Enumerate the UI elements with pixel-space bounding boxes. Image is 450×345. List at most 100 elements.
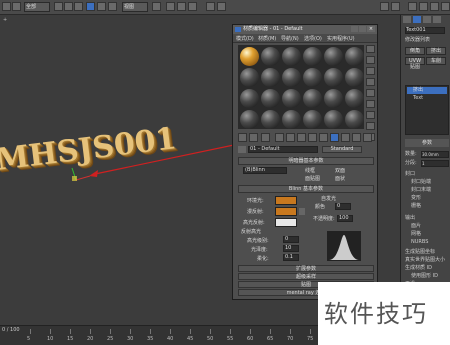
material-slot[interactable] (345, 110, 364, 129)
mesh-radio[interactable]: 网格 (411, 231, 421, 238)
patch-radio[interactable]: 面片 (411, 223, 421, 230)
shader-type-dropdown[interactable]: (B)Blinn (243, 167, 287, 174)
select-by-material-icon[interactable] (366, 122, 375, 130)
material-slot[interactable] (324, 89, 343, 108)
amount-value[interactable]: 30.0mm (421, 151, 449, 158)
gen-material-ids-checkbox[interactable]: 生成材质 ID (405, 265, 432, 272)
stack-item-extrude[interactable]: 挤出 (407, 87, 447, 94)
go-forward-sibling-icon[interactable] (363, 133, 372, 142)
cap-end-checkbox[interactable]: 封口末端 (411, 187, 431, 194)
bevel-button[interactable]: 倒角 (405, 47, 425, 55)
material-type-button[interactable]: Standard (322, 146, 362, 153)
material-slot[interactable] (282, 89, 301, 108)
menu-options[interactable]: 选项(O) (304, 35, 322, 42)
menu-material[interactable]: 材质(M) (258, 35, 276, 42)
glossiness-value[interactable]: 10 (283, 245, 299, 252)
frame-counter[interactable]: 0 / 100 (2, 327, 20, 333)
material-slot[interactable] (303, 89, 322, 108)
create-tab-icon[interactable] (403, 16, 411, 23)
options-icon[interactable] (366, 111, 375, 119)
hierarchy-tab-icon[interactable] (423, 16, 431, 23)
material-id-icon[interactable] (319, 133, 328, 142)
shader-basic-rollout[interactable]: 明暗器基本参数 (238, 157, 374, 165)
backlight-icon[interactable] (366, 56, 375, 64)
material-slot[interactable] (303, 47, 322, 66)
opacity-value[interactable]: 100 (337, 215, 353, 222)
grid-radio[interactable]: 栅格 (411, 203, 421, 210)
material-slot[interactable] (324, 47, 343, 66)
material-slot[interactable] (261, 68, 280, 87)
material-slot[interactable] (240, 47, 259, 66)
material-slot[interactable] (345, 89, 364, 108)
stack-item-text[interactable]: Text (407, 95, 447, 102)
face-map-checkbox[interactable]: 面贴图 (305, 175, 320, 182)
material-slot[interactable] (282, 47, 301, 66)
self-illum-value[interactable]: 0 (335, 203, 351, 210)
show-in-viewport-icon[interactable] (330, 133, 339, 142)
uvw-map-button[interactable]: UVW 贴图 (405, 57, 425, 70)
make-unique-icon[interactable] (297, 133, 306, 142)
sample-type-icon[interactable] (366, 45, 375, 53)
minimize-button[interactable] (351, 26, 358, 32)
faceted-checkbox[interactable]: 面状 (335, 175, 345, 182)
uv-tiling-icon[interactable] (366, 78, 375, 86)
material-slot[interactable] (240, 110, 259, 129)
blinn-basic-rollout[interactable]: Blinn 基本参数 (238, 185, 374, 193)
video-check-icon[interactable] (366, 89, 375, 97)
real-world-map-checkbox[interactable]: 真实世界贴图大小 (405, 257, 445, 264)
transform-gizmo[interactable] (71, 167, 91, 181)
material-slot[interactable] (261, 89, 280, 108)
material-slot[interactable] (324, 110, 343, 129)
pick-material-icon[interactable] (238, 146, 246, 153)
make-preview-icon[interactable] (366, 100, 375, 108)
gen-map-coords-checkbox[interactable]: 生成贴图坐标 (405, 249, 435, 256)
supersampling-rollout[interactable]: 超级采样 (238, 273, 374, 280)
put-to-scene-icon[interactable] (249, 133, 258, 142)
material-name-field[interactable]: 01 - Default (248, 146, 318, 153)
two-sided-checkbox[interactable]: 双面 (335, 167, 345, 174)
material-slot[interactable] (261, 47, 280, 66)
background-icon[interactable] (366, 67, 375, 75)
use-shape-ids-checkbox[interactable]: 使用图形 ID (411, 273, 438, 280)
nurbs-radio[interactable]: NURBS (411, 239, 428, 246)
material-slot[interactable] (282, 110, 301, 129)
material-slot[interactable] (303, 110, 322, 129)
modifier-list-dropdown[interactable]: 修改器列表 (405, 37, 430, 44)
diffuse-map-button[interactable] (299, 208, 305, 215)
material-slot[interactable] (345, 47, 364, 66)
ambient-color-swatch[interactable] (275, 196, 297, 205)
extended-params-rollout[interactable]: 扩展参数 (238, 265, 374, 272)
menu-navigation[interactable]: 导航(N) (281, 35, 299, 42)
make-copy-icon[interactable] (286, 133, 295, 142)
show-end-result-icon[interactable] (341, 133, 350, 142)
modify-tab-icon[interactable] (413, 16, 421, 23)
material-slot[interactable] (261, 110, 280, 129)
segments-value[interactable]: 1 (421, 160, 449, 167)
specular-level-value[interactable]: 0 (283, 236, 299, 243)
morph-radio[interactable]: 变形 (411, 195, 421, 202)
specular-color-swatch[interactable] (275, 218, 297, 227)
self-illum-color-checkbox[interactable]: 颜色 (315, 203, 325, 210)
extrude-button[interactable]: 挤出 (426, 47, 446, 55)
assign-material-to-selection-icon[interactable] (261, 133, 270, 142)
motion-tab-icon[interactable] (433, 16, 441, 23)
lathe-button[interactable]: 车削 (426, 57, 446, 65)
params-rollout[interactable]: 参数 (405, 139, 449, 147)
close-button[interactable]: × (367, 26, 375, 32)
wire-checkbox[interactable]: 线框 (305, 167, 315, 174)
soften-value[interactable]: 0.1 (283, 254, 299, 261)
put-to-library-icon[interactable] (308, 133, 317, 142)
menu-modes[interactable]: 模式(D) (236, 35, 254, 42)
material-slot[interactable] (282, 68, 301, 87)
reset-map-icon[interactable] (275, 133, 284, 142)
object-name-field[interactable]: Text001 (405, 27, 445, 34)
go-to-parent-icon[interactable] (352, 133, 361, 142)
material-slot[interactable] (345, 68, 364, 87)
diffuse-color-swatch[interactable] (275, 207, 297, 216)
material-slot[interactable] (240, 89, 259, 108)
material-slot[interactable] (324, 68, 343, 87)
material-slot[interactable] (240, 68, 259, 87)
material-slot[interactable] (303, 68, 322, 87)
menu-utilities[interactable]: 实用程序(U) (327, 35, 355, 42)
maximize-button[interactable] (359, 26, 366, 32)
